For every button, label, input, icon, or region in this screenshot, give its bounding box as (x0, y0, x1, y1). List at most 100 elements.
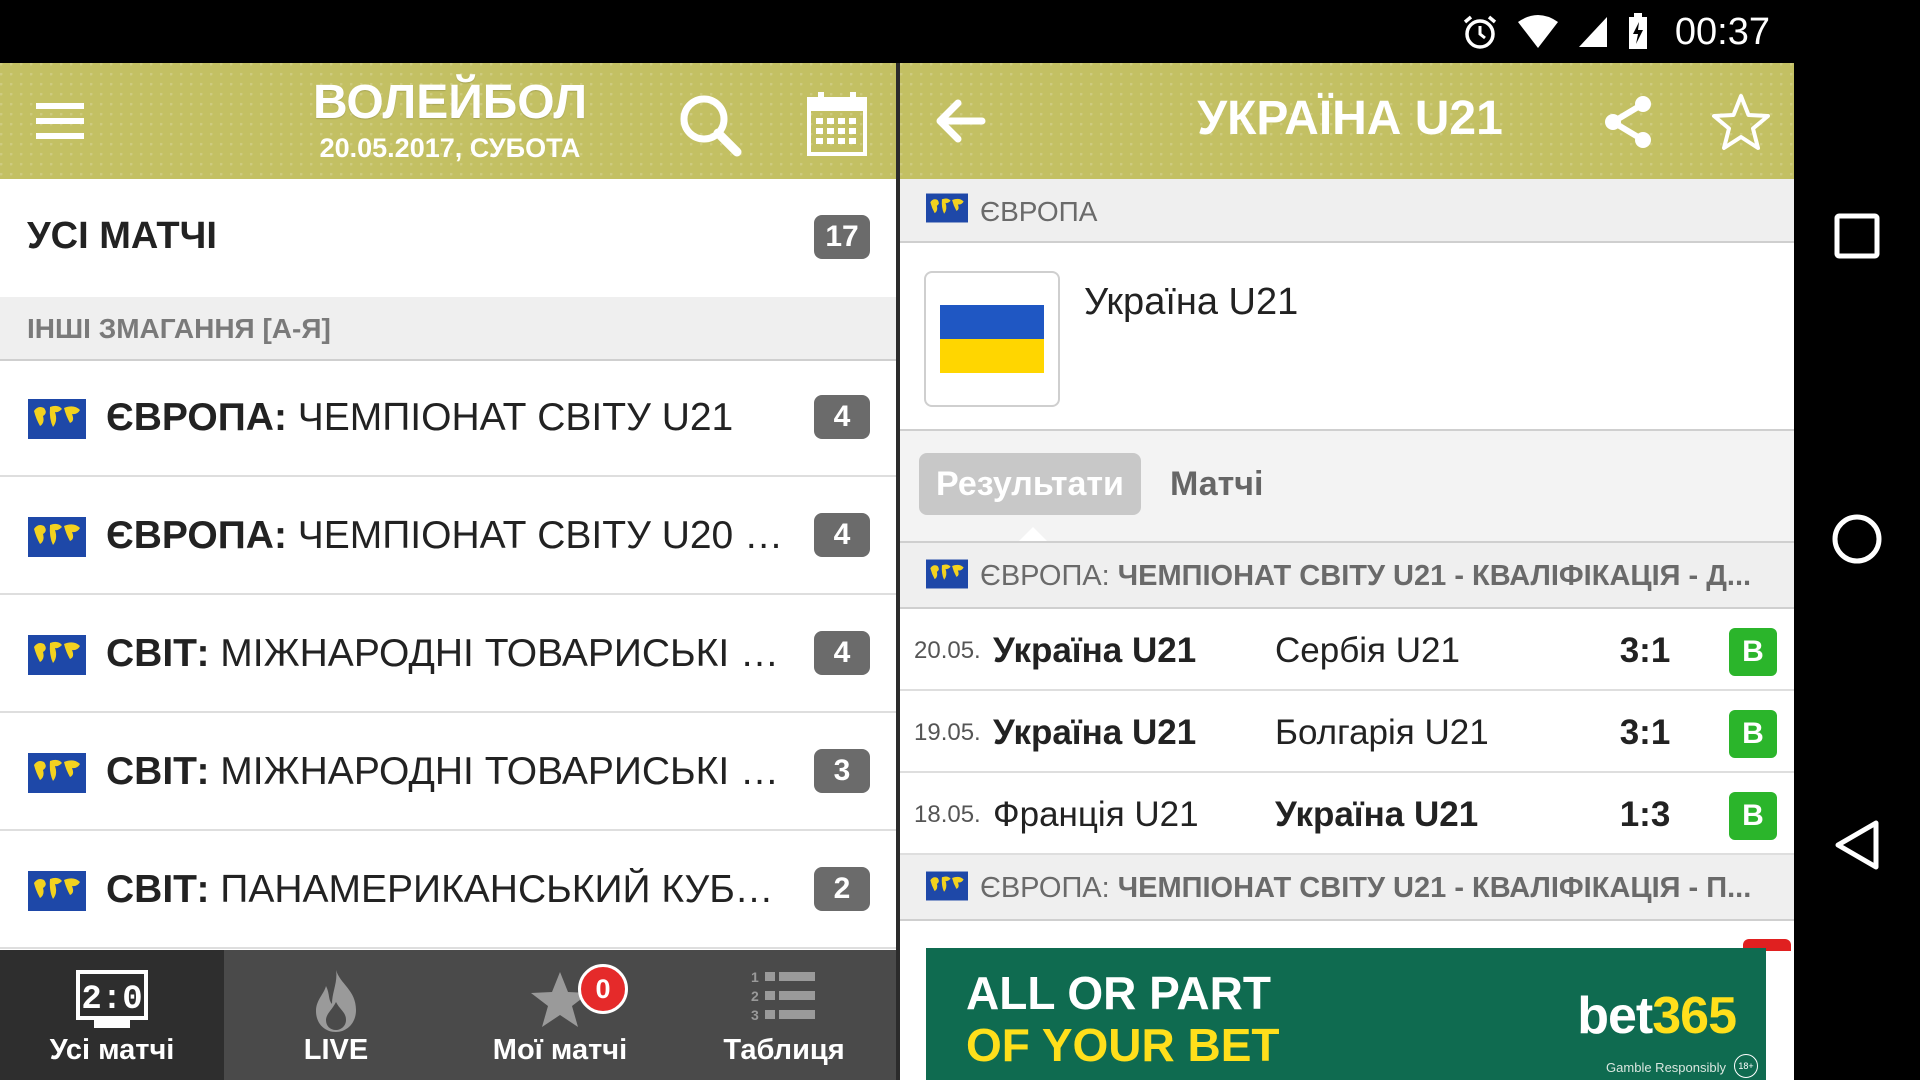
competition-name: ЧЕМПІОНАТ СВІТУ U21 - КВАЛІФІКАЦІЯ - Д..… (1109, 560, 1752, 592)
league-row[interactable]: ЄВРОПА: ЧЕМПІОНАТ СВІТУ U21 4 (0, 359, 896, 477)
table-list-icon: 1 2 3 (751, 969, 815, 1023)
alarm-icon (1463, 15, 1497, 49)
flame-icon (316, 970, 356, 1032)
team-card: Україна U21 (900, 243, 1794, 431)
ad-brand-part1: bet (1577, 987, 1653, 1045)
league-row[interactable]: СВІТ: ПАНАМЕРИКАНСЬКИЙ КУБОК ... 2 (0, 831, 896, 949)
league-region: СВІТ: (106, 632, 210, 675)
right-pane: УКРАЇНА U21 ЄВРОПА Україна U21 Результат… (900, 63, 1794, 1080)
nav-label: Мої матчі (492, 1034, 628, 1066)
league-count-badge: 4 (814, 513, 870, 557)
tab-results[interactable]: Результати (919, 453, 1141, 541)
arrow-left-icon (936, 99, 986, 143)
league-row[interactable]: СВІТ: МІЖНАРОДНІ ТОВАРИСЬКІ МА... 3 (0, 713, 896, 831)
home-button[interactable] (1794, 484, 1920, 594)
selected-date: 20.05.2017, СУБОТА (319, 133, 581, 163)
all-matches-row[interactable]: УСІ МАТЧІ 17 (0, 179, 896, 299)
ad-headline-line2: OF YOUR BET (966, 1019, 1280, 1071)
menu-button[interactable] (30, 91, 90, 151)
nav-my-matches[interactable]: Мої матчі (448, 950, 672, 1080)
cell-signal-icon (1578, 17, 1607, 47)
search-button[interactable] (672, 87, 748, 163)
bottom-navigation: 2:0 Усі матчі LIVE Мої матчі 1 2 3 Табли… (0, 950, 896, 1080)
nav-standings[interactable]: 1 2 3 Таблиця (672, 950, 896, 1080)
league-count-badge: 4 (814, 631, 870, 675)
nav-icon-wrap: 1 2 3 (672, 968, 896, 1038)
world-flag-icon (28, 753, 86, 793)
world-flag-icon (28, 635, 86, 675)
calendar-icon (807, 92, 867, 156)
league-title: СВІТ: МІЖНАРОДНІ ТОВАРИСЬКІ МА... (106, 632, 796, 676)
match-row[interactable]: 20.05. Україна U21 Сербія U21 3:1 В (900, 609, 1794, 691)
circle-icon (1832, 514, 1882, 564)
match-result-badge: В (1729, 710, 1777, 758)
team-name: Україна U21 (1084, 281, 1299, 323)
svg-text:1: 1 (751, 969, 759, 985)
nav-label: Таблиця (723, 1034, 845, 1066)
my-matches-count-badge: 0 (578, 964, 628, 1014)
match-result-badge: В (1729, 792, 1777, 840)
match-row[interactable]: 19.05. Україна U21 Болгарія U21 3:1 В (900, 691, 1794, 773)
bet365-logo: bet365 (1577, 986, 1737, 1046)
svg-text:3: 3 (751, 1007, 759, 1023)
competition-region: ЄВРОПА: (980, 560, 1110, 592)
match-score: 1:3 (1619, 795, 1671, 834)
league-name: ПАНАМЕРИКАНСЬКИЙ КУБОК ... (209, 868, 796, 911)
left-pane: ВОЛЕЙБОЛ 20.05.2017, СУБОТА УСІ МАТЧІ 17… (0, 63, 896, 1080)
match-score: 3:1 (1619, 713, 1671, 752)
ad-age-badge: 18+ (1734, 1054, 1758, 1078)
back-button[interactable] (930, 91, 990, 151)
league-title: ЄВРОПА: ЧЕМПІОНАТ СВІТУ U21 (106, 396, 796, 440)
league-row[interactable]: СВІТ: МІЖНАРОДНІ ТОВАРИСЬКІ МА... 4 (0, 595, 896, 713)
ad-headline-line1: ALL OR PART (966, 967, 1271, 1019)
nav-live[interactable]: LIVE (224, 950, 448, 1080)
ad-disclaimer: Gamble Responsibly (1606, 1060, 1726, 1075)
nav-label: LIVE (303, 1034, 369, 1066)
league-name: ЧЕМПІОНАТ СВІТУ U20 (ЖІ... (286, 514, 796, 557)
svg-text:2: 2 (751, 988, 759, 1004)
match-date: 20.05. (914, 637, 981, 664)
world-flag-icon (28, 871, 86, 911)
league-count-badge: 3 (814, 749, 870, 793)
match-away-team: Сербія U21 (1275, 631, 1460, 670)
section-header-label: ІНШІ ЗМАГАННЯ [А-Я] (27, 313, 331, 344)
status-bar: 00:37 (0, 0, 1920, 63)
competition-header[interactable]: ЄВРОПА: ЧЕМПІОНАТ СВІТУ U21 - КВАЛІФІКАЦ… (900, 543, 1794, 609)
league-title: ЄВРОПА: ЧЕМПІОНАТ СВІТУ U20 (ЖІ... (106, 514, 796, 558)
search-icon (680, 95, 742, 157)
battery-charging-icon (1628, 13, 1647, 49)
nav-label: Усі матчі (49, 1034, 175, 1066)
recents-button[interactable] (1794, 181, 1920, 291)
nav-icon-wrap (224, 968, 448, 1038)
share-button[interactable] (1596, 89, 1662, 155)
star-outline-icon (1712, 94, 1770, 150)
back-system-button[interactable] (1794, 790, 1920, 900)
league-list: ЄВРОПА: ЧЕМПІОНАТ СВІТУ U21 4 ЄВРОПА: ЧЕ… (0, 359, 896, 949)
league-title: СВІТ: ПАНАМЕРИКАНСЬКИЙ КУБОК ... (106, 868, 796, 912)
tab-matches[interactable]: Матчі (1170, 453, 1263, 515)
ad-banner[interactable]: ALL OR PART OF YOUR BET bet365 Gamble Re… (926, 948, 1766, 1080)
scoreboard-icon-text: 2:0 (81, 981, 142, 1019)
favorite-button[interactable] (1706, 87, 1776, 157)
triangle-back-icon (1835, 820, 1879, 870)
team-region-label: ЄВРОПА (980, 196, 1098, 227)
all-matches-label: УСІ МАТЧІ (27, 215, 217, 257)
league-row[interactable]: ЄВРОПА: ЧЕМПІОНАТ СВІТУ U20 (ЖІ... 4 (0, 477, 896, 595)
team-region-row: ЄВРОПА (900, 179, 1794, 243)
calendar-button[interactable] (798, 85, 876, 163)
system-navigation-bar (1794, 63, 1920, 1080)
match-date: 19.05. (914, 719, 981, 746)
world-flag-icon (926, 871, 968, 901)
league-region: ЄВРОПА: (106, 514, 287, 557)
clock-time: 00:37 (1674, 10, 1770, 53)
competition-region: ЄВРОПА: (980, 872, 1110, 904)
league-region: СВІТ: (106, 750, 210, 793)
match-row[interactable]: 18.05. Франція U21 Україна U21 1:3 В (900, 773, 1794, 855)
all-matches-count-badge: 17 (814, 215, 870, 259)
league-name: ЧЕМПІОНАТ СВІТУ U21 (286, 396, 734, 439)
other-competitions-header: ІНШІ ЗМАГАННЯ [А-Я] (0, 297, 896, 361)
ukraine-flag-icon (924, 271, 1060, 407)
competition-header[interactable]: ЄВРОПА: ЧЕМПІОНАТ СВІТУ U21 - КВАЛІФІКАЦ… (900, 855, 1794, 921)
nav-all-matches[interactable]: 2:0 Усі матчі (0, 950, 224, 1080)
sport-title: ВОЛЕЙБОЛ (312, 76, 588, 129)
